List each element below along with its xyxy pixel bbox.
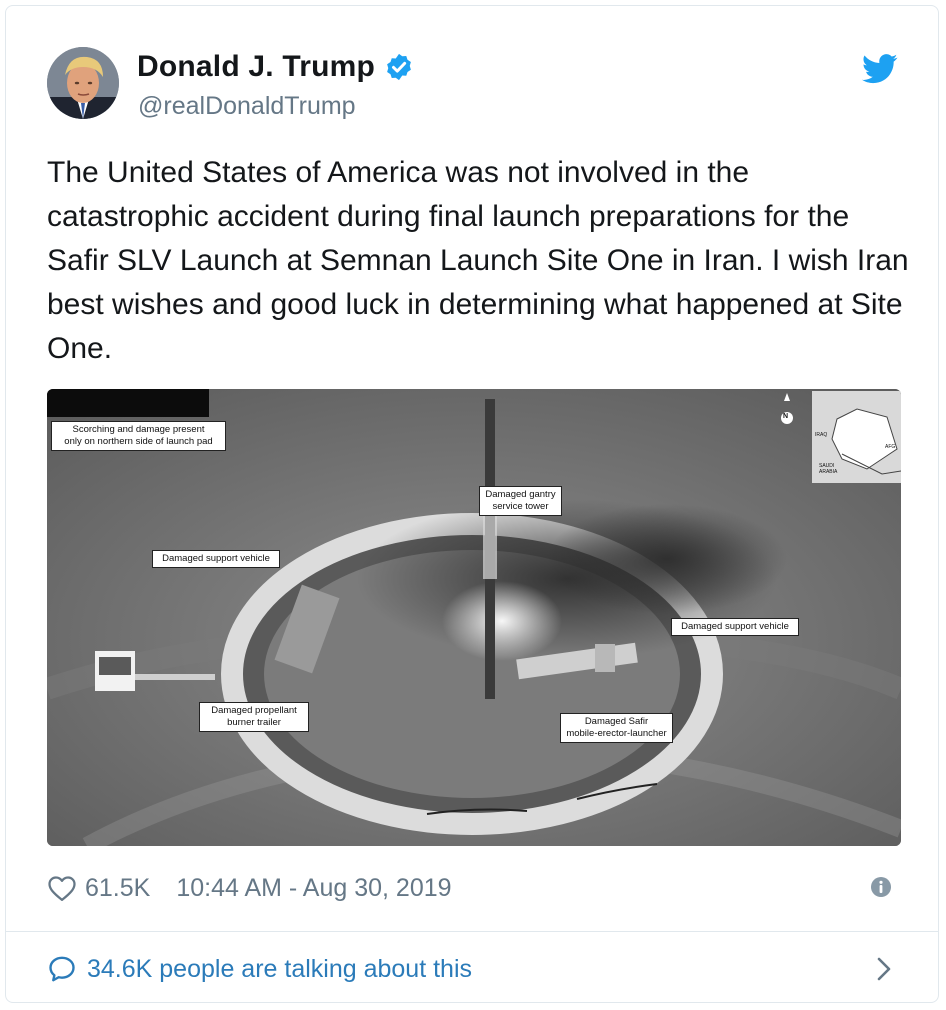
conversation-link[interactable]: 34.6K people are talking about this (47, 949, 472, 989)
heart-icon[interactable] (47, 874, 77, 902)
avatar[interactable] (47, 47, 119, 119)
map-label-afg: AFG (885, 444, 896, 450)
callout-launcher: Damaged Safir mobile-erector-launcher (560, 713, 673, 743)
info-icon[interactable] (870, 876, 892, 898)
callout-gantry: Damaged gantry service tower (479, 486, 562, 516)
tweet-timestamp[interactable]: 10:44 AM - Aug 30, 2019 (176, 874, 451, 903)
talking-text: 34.6K people are talking about this (87, 954, 472, 983)
callout-support-right: Damaged support vehicle (671, 618, 799, 636)
chevron-right-icon[interactable] (874, 956, 894, 982)
author-row: Donald J. Trump (137, 50, 414, 84)
callout-burner: Damaged propellant burner trailer (199, 702, 309, 732)
map-north-label: N (783, 413, 789, 420)
map-label-iraq: IRAQ (815, 432, 828, 438)
tweet-text: The United States of America was not inv… (47, 156, 909, 365)
divider (6, 931, 938, 932)
tweet-image[interactable]: Scorching and damage present only on nor… (47, 389, 901, 846)
speech-bubble-icon (49, 956, 75, 982)
callout-support-left: Damaged support vehicle (152, 550, 280, 568)
tweet-meta: 61.5K 10:44 AM - Aug 30, 2019 (47, 870, 452, 906)
author-handle[interactable]: @realDonaldTrump (138, 92, 356, 121)
verified-badge-icon (387, 53, 411, 81)
like-count[interactable]: 61.5K (85, 874, 150, 903)
map-label-saudi: SAUDI ARABIA (819, 463, 838, 475)
avatar-image (47, 47, 119, 119)
callout-scorching: Scorching and damage present only on nor… (51, 421, 226, 451)
twitter-bird-icon[interactable] (862, 54, 898, 84)
tweet-card: Donald J. Trump @realDonaldTrump The Uni… (5, 5, 939, 1003)
author-name[interactable]: Donald J. Trump (137, 50, 375, 84)
